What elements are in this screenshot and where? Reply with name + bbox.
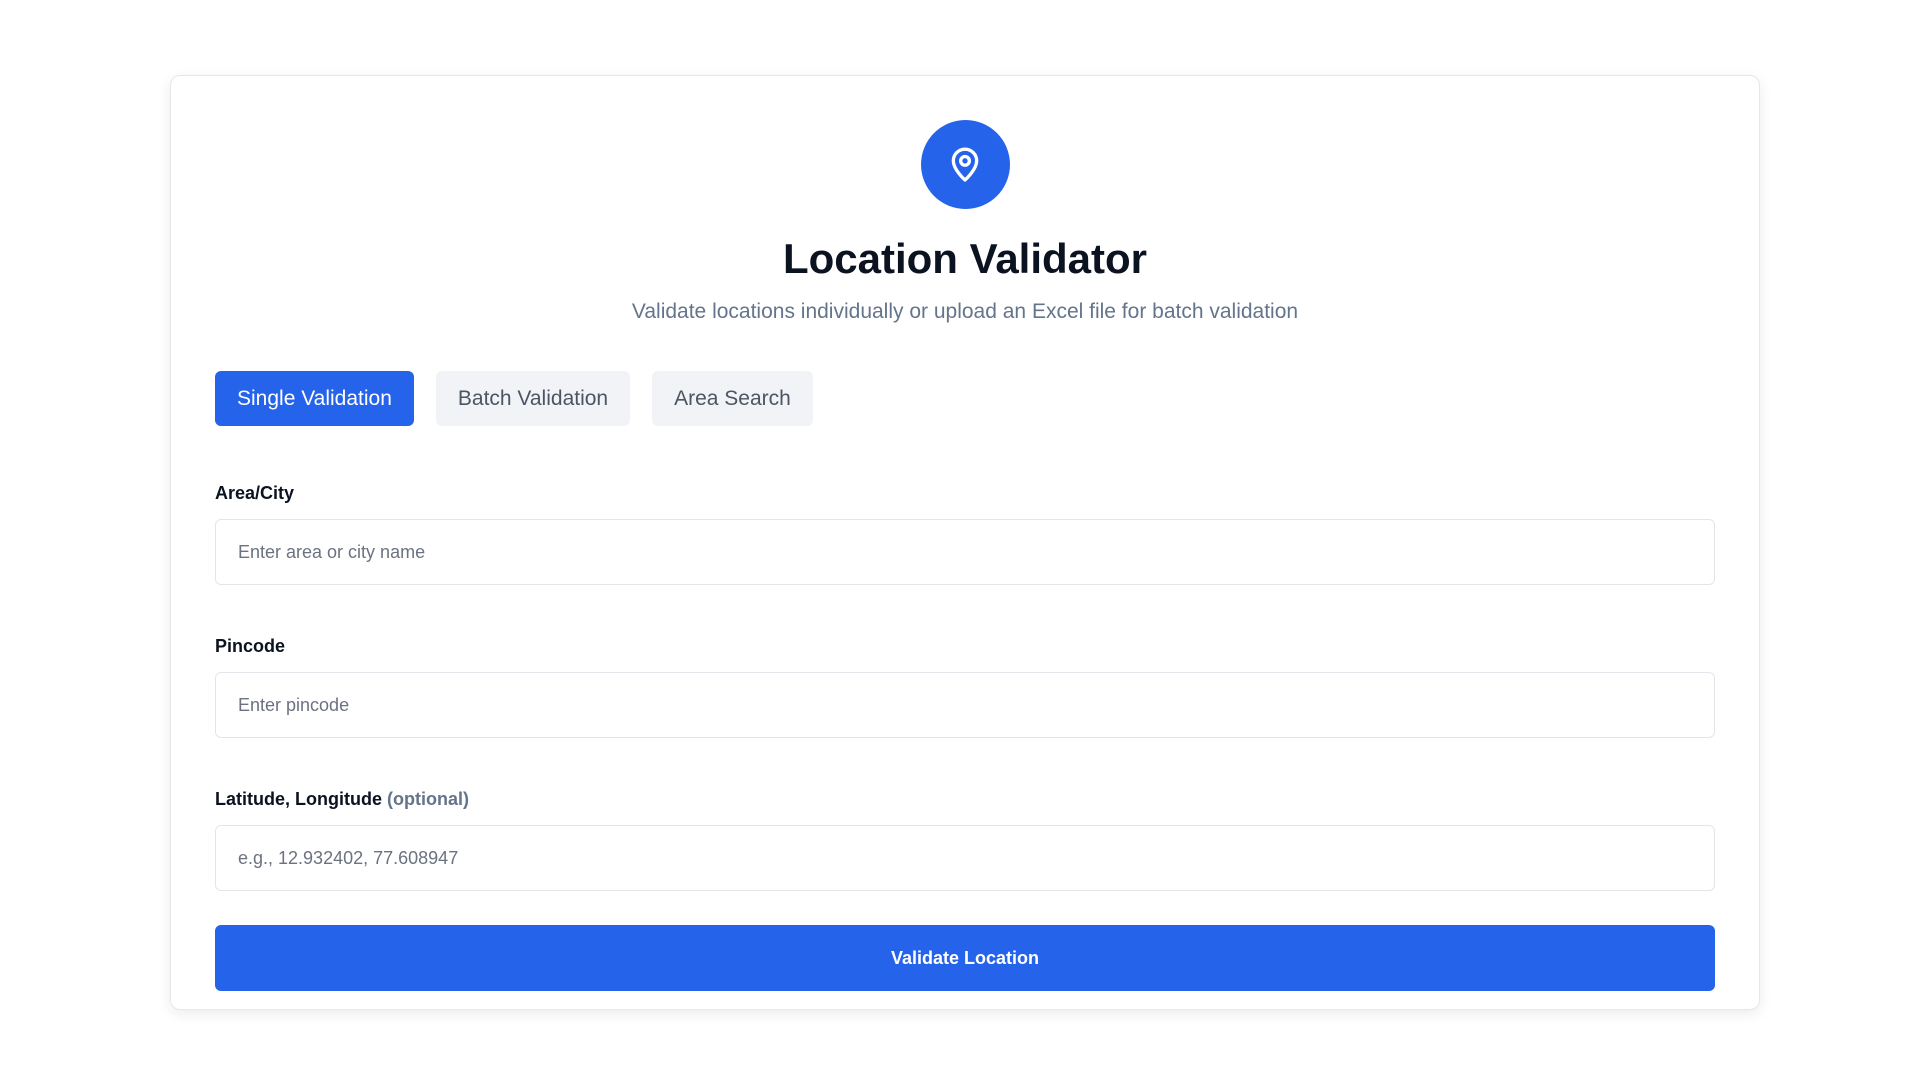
logo-wrap <box>215 120 1715 209</box>
coordinates-input[interactable] <box>215 825 1715 891</box>
page-subtitle: Validate locations individually or uploa… <box>631 300 1299 323</box>
pincode-input[interactable] <box>215 672 1715 738</box>
page-title: Location Validator <box>782 235 1148 282</box>
validate-location-button[interactable]: Validate Location <box>215 925 1715 991</box>
location-pin-icon <box>920 120 1010 209</box>
pincode-field: Pincode <box>215 635 1715 738</box>
pincode-label: Pincode <box>215 636 286 656</box>
validator-card: Location Validator Validate locations in… <box>170 75 1760 1010</box>
area-city-input[interactable] <box>215 519 1715 585</box>
tab-single-validation[interactable]: Single Validation <box>215 371 414 426</box>
optional-hint: (optional) <box>387 789 469 809</box>
coordinates-label-text: Latitude, Longitude <box>215 789 382 809</box>
area-city-label: Area/City <box>215 483 295 503</box>
coordinates-label: Latitude, Longitude (optional) <box>215 788 1715 810</box>
coordinates-field: Latitude, Longitude (optional) <box>215 788 1715 891</box>
tab-bar: Single Validation Batch Validation Area … <box>215 371 1715 426</box>
tab-batch-validation[interactable]: Batch Validation <box>435 371 631 426</box>
area-city-field: Area/City <box>215 482 1715 585</box>
tab-area-search[interactable]: Area Search <box>652 371 813 426</box>
